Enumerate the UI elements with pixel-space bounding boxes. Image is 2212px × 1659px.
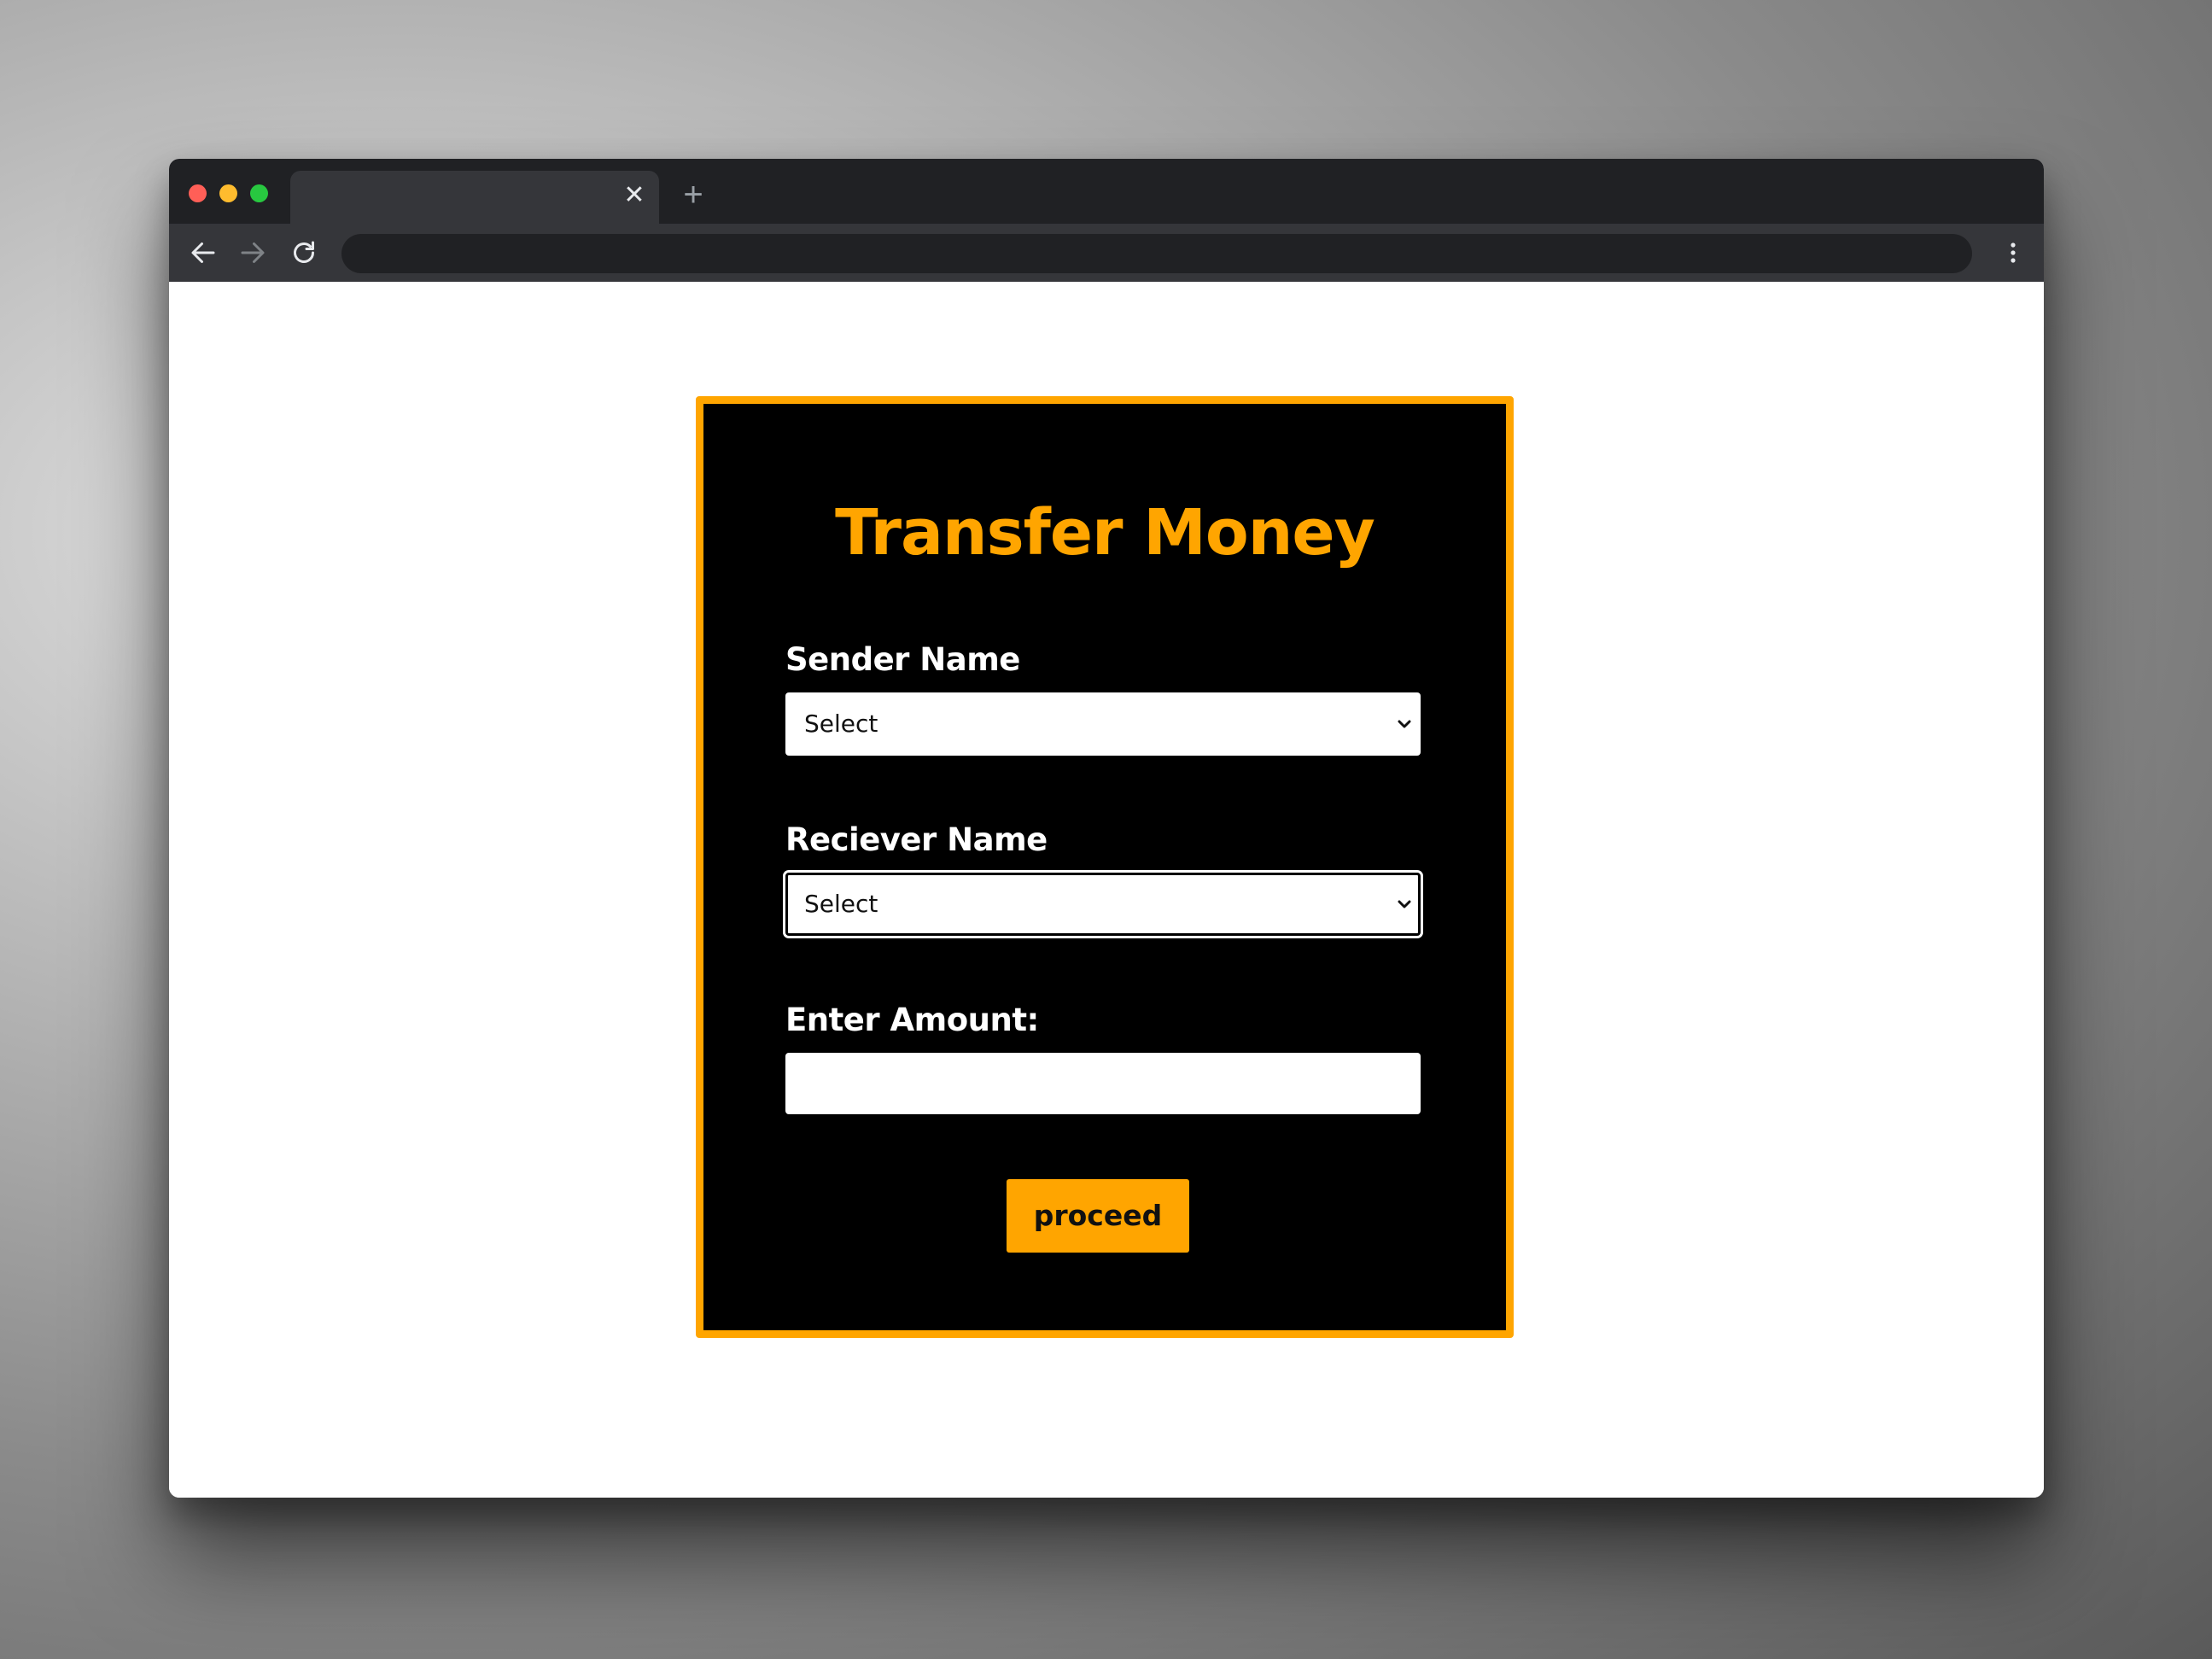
sender-selected-value: Select xyxy=(804,710,878,738)
tab-bar: ✕ + xyxy=(169,159,2044,224)
amount-label: Enter Amount: xyxy=(785,1002,1039,1038)
back-arrow-icon[interactable] xyxy=(188,237,219,268)
page-title: Transfer Money xyxy=(835,496,1375,570)
close-window-button[interactable] xyxy=(189,184,207,202)
forward-arrow-icon[interactable] xyxy=(237,237,268,268)
maximize-window-button[interactable] xyxy=(250,184,268,202)
receiver-name-label: Reciever Name xyxy=(785,821,1048,858)
minimize-window-button[interactable] xyxy=(219,184,237,202)
browser-tab[interactable]: ✕ xyxy=(290,171,659,224)
receiver-selected-value: Select xyxy=(804,890,878,918)
more-menu-icon[interactable] xyxy=(2006,237,2020,268)
new-tab-icon[interactable]: + xyxy=(680,178,707,212)
page-viewport: Transfer Money Sender Name Select Reciev… xyxy=(169,282,2044,1498)
tab-close-icon[interactable]: ✕ xyxy=(622,183,647,208)
chevron-down-icon xyxy=(1398,900,1411,908)
reload-icon[interactable] xyxy=(289,237,319,268)
amount-input[interactable] xyxy=(785,1053,1421,1114)
transfer-form-card: Transfer Money Sender Name Select Reciev… xyxy=(696,396,1514,1338)
address-bar[interactable] xyxy=(341,234,1972,273)
sender-name-select[interactable]: Select xyxy=(785,692,1421,756)
browser-toolbar xyxy=(169,224,2044,282)
chevron-down-icon xyxy=(1398,720,1411,728)
receiver-name-select[interactable]: Select xyxy=(783,870,1423,938)
proceed-button[interactable]: proceed xyxy=(1007,1179,1189,1253)
browser-window: ✕ + Transfer Money Sender Name Select Re… xyxy=(169,159,2044,1498)
sender-name-label: Sender Name xyxy=(785,641,1020,678)
